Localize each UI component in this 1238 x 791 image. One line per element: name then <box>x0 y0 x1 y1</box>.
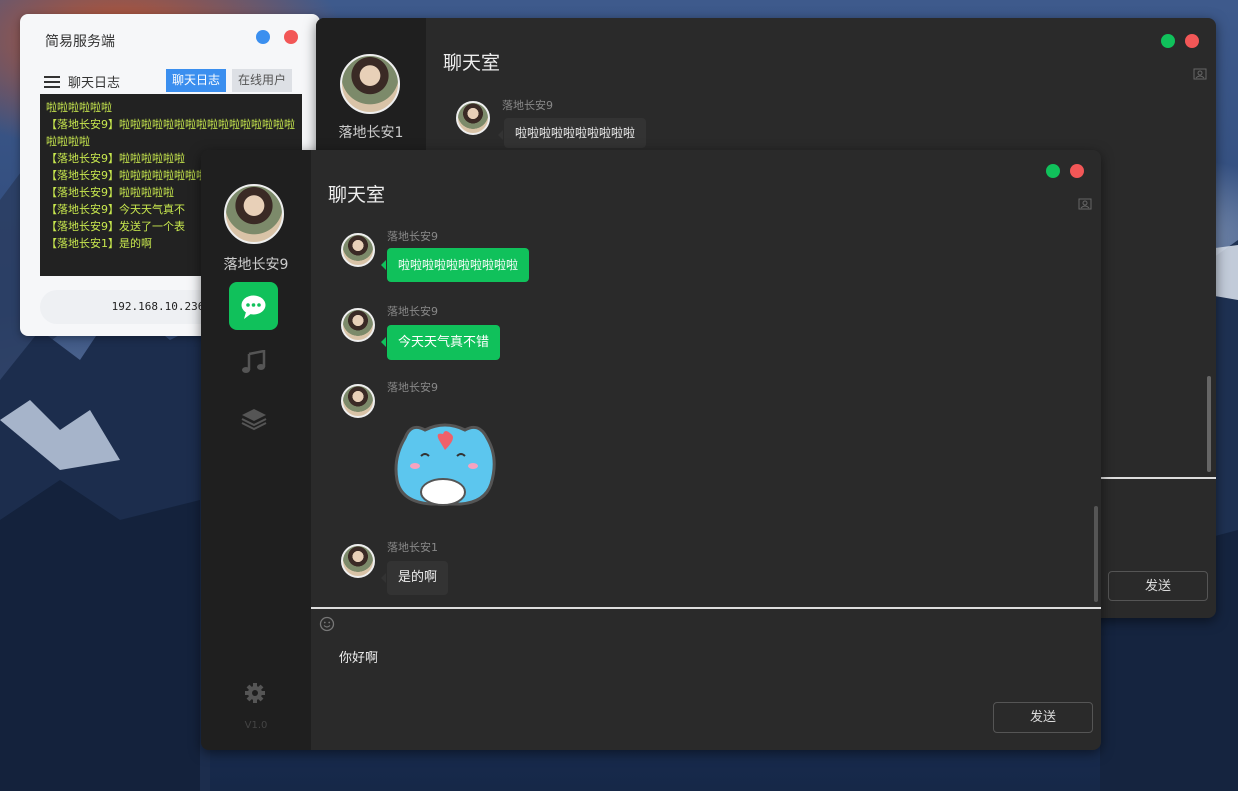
emoji-icon[interactable] <box>319 616 335 632</box>
log-heading-label: 聊天日志 <box>68 76 121 91</box>
username: 落地长安9 <box>223 257 289 273</box>
message-bubble: 今天天气真不错 <box>380 325 501 360</box>
chat-window-front: 落地长安9 V1.0 聊天室 落地长安9 啦啦啦啦啦啦啦啦啦啦 落地长安9 今天… <box>201 150 1101 750</box>
log-line: 【落地长安9】啦啦啦啦啦啦啦啦啦啦啦啦啦啦啦啦啦啦啦啦 <box>46 118 295 148</box>
log-line: 啦啦啦啦啦啦 <box>46 101 112 114</box>
sticker-image <box>394 423 496 506</box>
tab-online-users[interactable]: 在线用户 <box>232 69 293 92</box>
minimize-button[interactable] <box>1161 34 1175 48</box>
message-avatar <box>456 101 490 135</box>
message-bubble: 是的啊 <box>380 561 449 595</box>
username: 落地长安1 <box>338 125 404 141</box>
message-bubble: 啦啦啦啦啦啦啦啦啦啦 <box>380 248 530 282</box>
minimize-button[interactable] <box>256 30 270 44</box>
message-sender: 落地长安9 <box>502 99 553 112</box>
message-sender: 落地长安9 <box>387 381 438 394</box>
tab-chat-log[interactable]: 聊天日志 <box>166 69 227 92</box>
close-button[interactable] <box>1185 34 1199 48</box>
minimize-button[interactable] <box>1046 164 1060 178</box>
message-sender: 落地长安9 <box>387 230 438 243</box>
message-avatar <box>341 384 375 418</box>
message-sender: 落地长安9 <box>387 305 438 318</box>
sidebar: 落地长安9 V1.0 <box>201 150 311 750</box>
log-heading: 聊天日志 <box>44 72 120 91</box>
input-divider <box>311 607 1101 609</box>
close-button[interactable] <box>1070 164 1084 178</box>
list-icon <box>44 75 60 88</box>
nav-chat[interactable] <box>229 282 278 330</box>
layers-icon[interactable] <box>241 407 267 431</box>
version-label: V1.0 <box>244 720 268 731</box>
contact-icon[interactable] <box>1193 68 1207 80</box>
chat-bubble-icon <box>241 295 266 319</box>
message-avatar <box>341 544 375 578</box>
scrollbar[interactable] <box>1207 376 1211 472</box>
user-avatar[interactable] <box>224 184 284 244</box>
message-avatar <box>341 233 375 267</box>
contact-icon[interactable] <box>1078 198 1092 210</box>
close-button[interactable] <box>284 30 298 44</box>
scrollbar[interactable] <box>1094 506 1098 602</box>
input-divider <box>1101 477 1216 479</box>
room-title: 聊天室 <box>443 52 501 74</box>
user-avatar[interactable] <box>340 54 400 114</box>
send-button[interactable]: 发送 <box>1108 571 1208 601</box>
server-window-title: 简易服务端 <box>45 34 115 50</box>
message-bubble: 啦啦啦啦啦啦啦啦啦啦 <box>497 118 647 148</box>
gear-icon[interactable] <box>244 682 266 704</box>
message-input[interactable]: 你好啊 <box>339 647 378 666</box>
send-button[interactable]: 发送 <box>993 702 1093 733</box>
message-avatar <box>341 308 375 342</box>
music-icon[interactable] <box>240 350 268 374</box>
room-title: 聊天室 <box>328 184 386 206</box>
message-sender: 落地长安1 <box>387 541 438 554</box>
